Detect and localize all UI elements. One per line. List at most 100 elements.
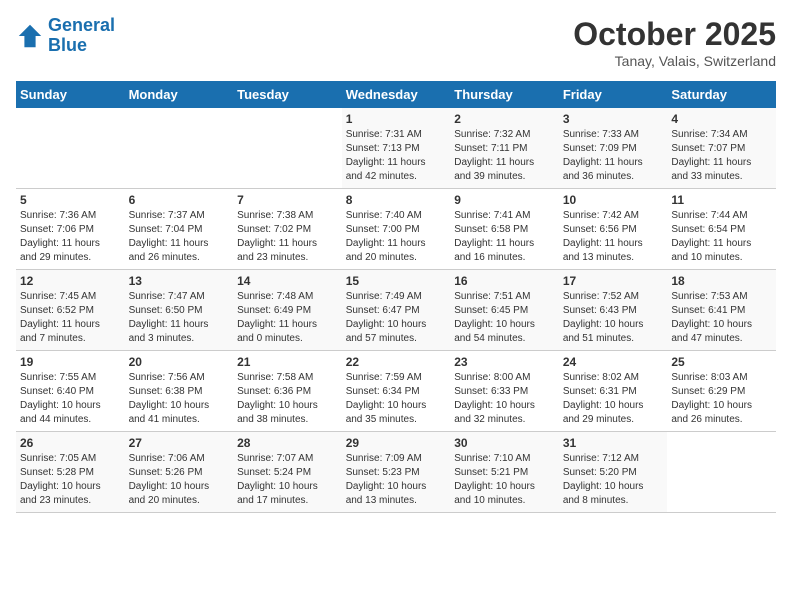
calendar-week-row: 26 Sunrise: 7:05 AM Sunset: 5:28 PM Dayli… xyxy=(16,432,776,513)
calendar-cell: 18Sunrise: 7:53 AM Sunset: 6:41 PM Dayli… xyxy=(667,270,776,351)
calendar-cell xyxy=(16,108,125,189)
day-info: Sunrise: 7:40 AM Sunset: 7:00 PM Dayligh… xyxy=(346,209,447,265)
calendar-cell xyxy=(125,108,234,189)
day-number: 13 xyxy=(129,274,230,288)
calendar-cell: 24 Sunrise: 8:02 AM Sunset: 6:31 PM Dayli… xyxy=(559,351,668,432)
calendar-week-row: 19 Sunrise: 7:55 AM Sunset: 6:40 PM Dayli… xyxy=(16,351,776,432)
calendar-cell: 11 Sunrise: 7:44 AM Sunset: 6:54 PM Dayli… xyxy=(667,189,776,270)
calendar-cell: 12 Sunrise: 7:45 AM Sunset: 6:52 PM Dayli… xyxy=(16,270,125,351)
calendar-cell: 9 Sunrise: 7:41 AM Sunset: 6:58 PM Daylig… xyxy=(450,189,559,270)
calendar-cell: 13 Sunrise: 7:47 AM Sunset: 6:50 PM Dayli… xyxy=(125,270,234,351)
calendar-cell: 16 Sunrise: 7:51 AM Sunset: 6:45 PM Dayli… xyxy=(450,270,559,351)
day-info: Sunrise: 7:12 AM Sunset: 5:20 PM Dayligh… xyxy=(563,452,664,508)
day-info: Sunrise: 7:09 AM Sunset: 5:23 PM Dayligh… xyxy=(346,452,447,508)
weekday-header-monday: Monday xyxy=(125,81,234,108)
day-number: 19 xyxy=(20,355,121,369)
day-info: Sunrise: 7:55 AM Sunset: 6:40 PM Dayligh… xyxy=(20,371,121,427)
calendar-cell: 28 Sunrise: 7:07 AM Sunset: 5:24 PM Dayli… xyxy=(233,432,342,513)
calendar-cell: 8Sunrise: 7:40 AM Sunset: 7:00 PM Daylig… xyxy=(342,189,451,270)
day-number: 28 xyxy=(237,436,338,450)
calendar-cell: 22 Sunrise: 7:59 AM Sunset: 6:34 PM Dayli… xyxy=(342,351,451,432)
calendar-cell: 6 Sunrise: 7:37 AM Sunset: 7:04 PM Daylig… xyxy=(125,189,234,270)
day-number: 18 xyxy=(671,274,772,288)
location: Tanay, Valais, Switzerland xyxy=(573,53,776,69)
logo-icon xyxy=(16,22,44,50)
day-number: 22 xyxy=(346,355,447,369)
weekday-header-thursday: Thursday xyxy=(450,81,559,108)
day-number: 16 xyxy=(454,274,555,288)
day-info: Sunrise: 7:45 AM Sunset: 6:52 PM Dayligh… xyxy=(20,290,121,346)
day-info: Sunrise: 7:36 AM Sunset: 7:06 PM Dayligh… xyxy=(20,209,121,265)
weekday-header-friday: Friday xyxy=(559,81,668,108)
day-number: 12 xyxy=(20,274,121,288)
day-number: 30 xyxy=(454,436,555,450)
day-number: 3 xyxy=(563,112,664,126)
day-number: 17 xyxy=(563,274,664,288)
day-info: Sunrise: 7:49 AM Sunset: 6:47 PM Dayligh… xyxy=(346,290,447,346)
weekday-header-wednesday: Wednesday xyxy=(342,81,451,108)
day-number: 1 xyxy=(346,112,447,126)
weekday-header-saturday: Saturday xyxy=(667,81,776,108)
calendar-cell: 15 Sunrise: 7:49 AM Sunset: 6:47 PM Dayli… xyxy=(342,270,451,351)
day-number: 23 xyxy=(454,355,555,369)
day-info: Sunrise: 7:10 AM Sunset: 5:21 PM Dayligh… xyxy=(454,452,555,508)
day-number: 29 xyxy=(346,436,447,450)
day-number: 15 xyxy=(346,274,447,288)
day-info: Sunrise: 7:52 AM Sunset: 6:43 PM Dayligh… xyxy=(563,290,664,346)
day-number: 7 xyxy=(237,193,338,207)
calendar-cell: 17 Sunrise: 7:52 AM Sunset: 6:43 PM Dayli… xyxy=(559,270,668,351)
day-info: Sunrise: 7:05 AM Sunset: 5:28 PM Dayligh… xyxy=(20,452,121,508)
month-title: October 2025 xyxy=(573,16,776,53)
day-number: 24 xyxy=(563,355,664,369)
day-info: Sunrise: 7:41 AM Sunset: 6:58 PM Dayligh… xyxy=(454,209,555,265)
weekday-row: SundayMondayTuesdayWednesdayThursdayFrid… xyxy=(16,81,776,108)
logo-general: General xyxy=(48,15,115,35)
day-number: 6 xyxy=(129,193,230,207)
calendar-cell: 23 Sunrise: 8:00 AM Sunset: 6:33 PM Dayli… xyxy=(450,351,559,432)
day-number: 20 xyxy=(129,355,230,369)
calendar-cell: 2Sunrise: 7:32 AM Sunset: 7:11 PM Daylig… xyxy=(450,108,559,189)
calendar-cell: 10 Sunrise: 7:42 AM Sunset: 6:56 PM Dayli… xyxy=(559,189,668,270)
day-number: 26 xyxy=(20,436,121,450)
calendar-cell xyxy=(667,432,776,513)
day-number: 2 xyxy=(454,112,555,126)
calendar-body: 1 Sunrise: 7:31 AM Sunset: 7:13 PM Daylig… xyxy=(16,108,776,513)
day-number: 11 xyxy=(671,193,772,207)
day-info: Sunrise: 7:59 AM Sunset: 6:34 PM Dayligh… xyxy=(346,371,447,427)
day-info: Sunrise: 8:02 AM Sunset: 6:31 PM Dayligh… xyxy=(563,371,664,427)
calendar-week-row: 12 Sunrise: 7:45 AM Sunset: 6:52 PM Dayli… xyxy=(16,270,776,351)
calendar-week-row: 1 Sunrise: 7:31 AM Sunset: 7:13 PM Daylig… xyxy=(16,108,776,189)
day-number: 5 xyxy=(20,193,121,207)
calendar-cell: 7Sunrise: 7:38 AM Sunset: 7:02 PM Daylig… xyxy=(233,189,342,270)
calendar-cell: 4Sunrise: 7:34 AM Sunset: 7:07 PM Daylig… xyxy=(667,108,776,189)
day-number: 31 xyxy=(563,436,664,450)
title-block: October 2025 Tanay, Valais, Switzerland xyxy=(573,16,776,69)
day-info: Sunrise: 7:51 AM Sunset: 6:45 PM Dayligh… xyxy=(454,290,555,346)
day-number: 25 xyxy=(671,355,772,369)
day-number: 10 xyxy=(563,193,664,207)
day-info: Sunrise: 7:44 AM Sunset: 6:54 PM Dayligh… xyxy=(671,209,772,265)
calendar-cell: 1 Sunrise: 7:31 AM Sunset: 7:13 PM Daylig… xyxy=(342,108,451,189)
day-info: Sunrise: 7:56 AM Sunset: 6:38 PM Dayligh… xyxy=(129,371,230,427)
day-info: Sunrise: 7:33 AM Sunset: 7:09 PM Dayligh… xyxy=(563,128,664,184)
day-info: Sunrise: 7:37 AM Sunset: 7:04 PM Dayligh… xyxy=(129,209,230,265)
calendar-cell: 19 Sunrise: 7:55 AM Sunset: 6:40 PM Dayli… xyxy=(16,351,125,432)
day-info: Sunrise: 7:06 AM Sunset: 5:26 PM Dayligh… xyxy=(129,452,230,508)
logo-text: General Blue xyxy=(48,16,115,56)
day-info: Sunrise: 7:31 AM Sunset: 7:13 PM Dayligh… xyxy=(346,128,447,184)
day-info: Sunrise: 7:47 AM Sunset: 6:50 PM Dayligh… xyxy=(129,290,230,346)
calendar-week-row: 5 Sunrise: 7:36 AM Sunset: 7:06 PM Daylig… xyxy=(16,189,776,270)
day-info: Sunrise: 7:34 AM Sunset: 7:07 PM Dayligh… xyxy=(671,128,772,184)
calendar-cell: 30 Sunrise: 7:10 AM Sunset: 5:21 PM Dayli… xyxy=(450,432,559,513)
logo-blue: Blue xyxy=(48,35,87,55)
day-info: Sunrise: 7:07 AM Sunset: 5:24 PM Dayligh… xyxy=(237,452,338,508)
day-info: Sunrise: 8:00 AM Sunset: 6:33 PM Dayligh… xyxy=(454,371,555,427)
day-number: 27 xyxy=(129,436,230,450)
logo: General Blue xyxy=(16,16,115,56)
calendar-cell: 21Sunrise: 7:58 AM Sunset: 6:36 PM Dayli… xyxy=(233,351,342,432)
weekday-header-sunday: Sunday xyxy=(16,81,125,108)
day-info: Sunrise: 7:42 AM Sunset: 6:56 PM Dayligh… xyxy=(563,209,664,265)
day-number: 21 xyxy=(237,355,338,369)
calendar-cell xyxy=(233,108,342,189)
day-number: 9 xyxy=(454,193,555,207)
